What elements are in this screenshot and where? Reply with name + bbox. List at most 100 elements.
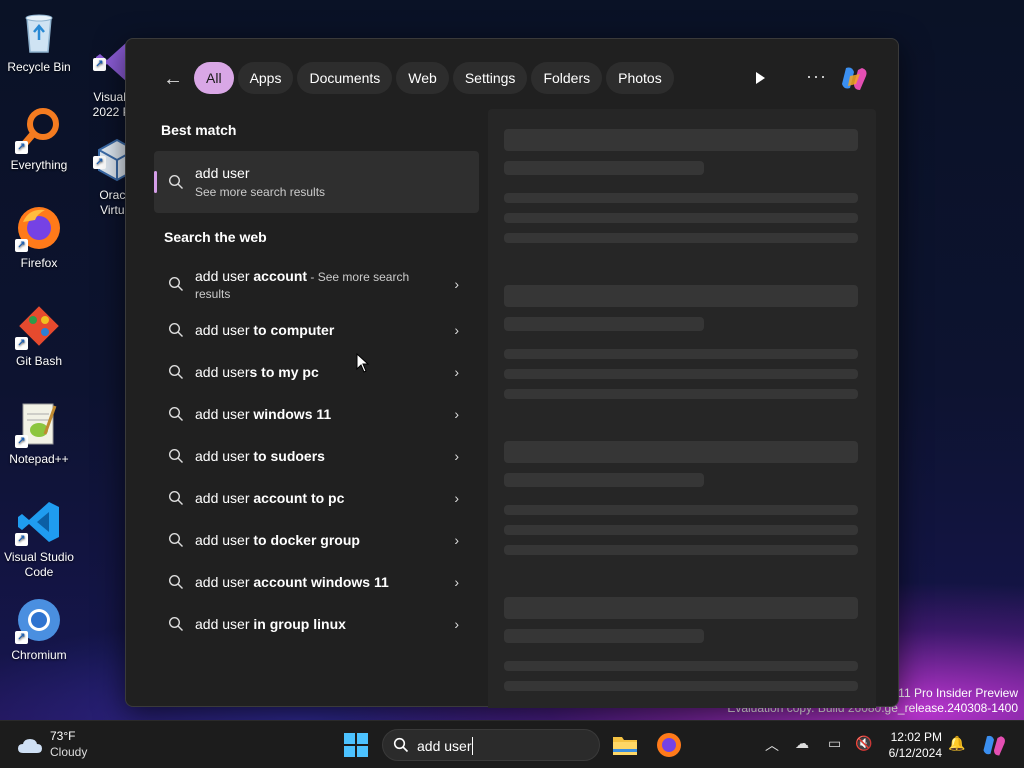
- skeleton-line: [504, 473, 704, 487]
- filter-folders[interactable]: Folders: [531, 62, 603, 94]
- more-options-icon[interactable]: ···: [806, 66, 827, 87]
- taskbar-file-explorer[interactable]: [611, 731, 639, 759]
- windows-logo-pane: [344, 746, 355, 757]
- show-hidden-icons-chevron[interactable]: ︿: [765, 735, 779, 755]
- web-result-text: add user to docker group: [195, 532, 360, 548]
- desktop-icon-label: Everything: [10, 158, 68, 172]
- search-panel: ← All Apps Documents Web Settings Folder…: [125, 38, 899, 708]
- web-result-item[interactable]: add user account windows 11 ›: [154, 561, 479, 603]
- shortcut-arrow-icon: ↗: [93, 58, 106, 71]
- copilot-icon[interactable]: [838, 62, 870, 94]
- search-icon: [168, 532, 183, 547]
- best-match-title: add user: [195, 165, 250, 181]
- search-icon: [168, 448, 183, 463]
- mouse-cursor-icon: [356, 353, 370, 373]
- search-icon: [168, 322, 183, 337]
- web-results-list: add user account - See more search resul…: [154, 259, 479, 645]
- windows-logo-pane: [357, 746, 368, 757]
- best-match-result[interactable]: add user See more search results: [154, 151, 479, 213]
- search-icon: [168, 406, 183, 421]
- onedrive-offline-icon[interactable]: ☁: [795, 735, 809, 752]
- web-result-item[interactable]: add users to my pc ›: [154, 351, 479, 393]
- filter-settings[interactable]: Settings: [452, 62, 528, 94]
- chevron-right-icon: ›: [454, 574, 459, 590]
- weather-condition: Cloudy: [50, 745, 88, 759]
- firefox-icon: [657, 733, 681, 757]
- web-result-item[interactable]: add user in group linux ›: [154, 603, 479, 645]
- web-result-item[interactable]: add user windows 11 ›: [154, 393, 479, 435]
- preview-pane-loading: [488, 109, 876, 708]
- desktop-icon-chromium[interactable]: ↗ Chromium: [0, 596, 78, 663]
- skeleton-block: [504, 597, 858, 619]
- system-clock[interactable]: 12:02 PM 6/12/2024: [882, 729, 942, 761]
- notification-bell-icon[interactable]: 🔔: [948, 735, 965, 752]
- web-result-text: add user account windows 11: [195, 574, 389, 590]
- web-result-item[interactable]: add user to docker group ›: [154, 519, 479, 561]
- skeleton-line: [504, 629, 704, 643]
- web-result-text: add user to sudoers: [195, 448, 325, 464]
- search-icon: [168, 616, 183, 631]
- taskbar-copilot[interactable]: [980, 731, 1008, 759]
- taskbar-search-box[interactable]: add user: [382, 729, 600, 761]
- firefox-icon: ↗: [15, 204, 63, 252]
- file-explorer-icon: [613, 737, 637, 755]
- taskbar: 73°F Cloudy add user ︿ ☁ ▭ 🔇 12:02 PM 6/…: [0, 720, 1024, 768]
- skeleton-line: [504, 505, 858, 515]
- search-icon: [168, 276, 183, 291]
- chevron-right-icon: ›: [454, 490, 459, 506]
- recycle-bin-icon: [15, 8, 63, 56]
- play-icon[interactable]: [752, 70, 768, 86]
- desktop-icon-label: Firefox: [20, 256, 58, 270]
- filter-documents[interactable]: Documents: [297, 62, 393, 94]
- search-icon: [168, 174, 183, 189]
- windows-logo-pane: [344, 733, 355, 744]
- chevron-right-icon: ›: [454, 322, 459, 338]
- filter-photos[interactable]: Photos: [606, 62, 674, 94]
- desktop-icon-everything[interactable]: ↗ Everything: [0, 106, 78, 173]
- skeleton-line: [504, 661, 858, 671]
- desktop-icon-firefox[interactable]: ↗ Firefox: [0, 204, 78, 271]
- shortcut-arrow-icon: ↗: [15, 337, 28, 350]
- desktop-icon-label: Chromium: [11, 648, 67, 662]
- network-icon[interactable]: ▭: [828, 735, 841, 752]
- weather-temperature: 73°F: [50, 729, 76, 743]
- desktop-icon-label: Notepad++: [9, 452, 69, 466]
- web-result-item[interactable]: add user account - See more search resul…: [154, 259, 479, 309]
- selection-indicator: [154, 171, 157, 193]
- volume-muted-icon[interactable]: 🔇: [855, 735, 872, 752]
- skeleton-line: [504, 161, 704, 175]
- web-result-item[interactable]: add user account to pc ›: [154, 477, 479, 519]
- copilot-icon: [983, 735, 1005, 756]
- filter-chips: All Apps Documents Web Settings Folders …: [194, 62, 674, 94]
- web-result-text: add user in group linux: [195, 616, 346, 632]
- skeleton-line: [504, 525, 858, 535]
- filter-web[interactable]: Web: [396, 62, 449, 94]
- search-icon: [393, 737, 409, 753]
- desktop-icon-git-bash[interactable]: ↗ Git Bash: [0, 302, 78, 369]
- back-arrow-icon[interactable]: ←: [162, 66, 184, 92]
- desktop-icon-label: Recycle Bin: [7, 60, 71, 74]
- shortcut-arrow-icon: ↗: [15, 533, 28, 546]
- web-result-text: add user to computer: [195, 322, 335, 338]
- filter-all[interactable]: All: [194, 62, 234, 94]
- web-result-item[interactable]: add user to sudoers ›: [154, 435, 479, 477]
- desktop-icon-notepad-plus-plus[interactable]: ↗ Notepad++: [0, 400, 78, 467]
- web-result-text: add user account - See more search resul…: [195, 268, 410, 301]
- desktop-icon-vscode[interactable]: ↗ Visual Studio Code: [0, 498, 78, 580]
- filter-apps[interactable]: Apps: [237, 62, 294, 94]
- skeleton-line: [504, 349, 858, 359]
- skeleton-line: [504, 213, 858, 223]
- start-button[interactable]: [344, 733, 368, 757]
- shortcut-arrow-icon: ↗: [15, 239, 28, 252]
- taskbar-firefox[interactable]: [655, 731, 683, 759]
- taskbar-search-input[interactable]: add user: [417, 738, 471, 754]
- skeleton-block: [504, 285, 858, 307]
- clock-time: 12:02 PM: [890, 730, 942, 744]
- chevron-right-icon: ›: [454, 276, 459, 292]
- web-result-item[interactable]: add user to computer ›: [154, 309, 479, 351]
- skeleton-line: [504, 681, 858, 691]
- skeleton-line: [504, 389, 858, 399]
- shortcut-arrow-icon: ↗: [15, 435, 28, 448]
- desktop-icon-recycle-bin[interactable]: Recycle Bin: [0, 8, 78, 75]
- skeleton-line: [504, 233, 858, 243]
